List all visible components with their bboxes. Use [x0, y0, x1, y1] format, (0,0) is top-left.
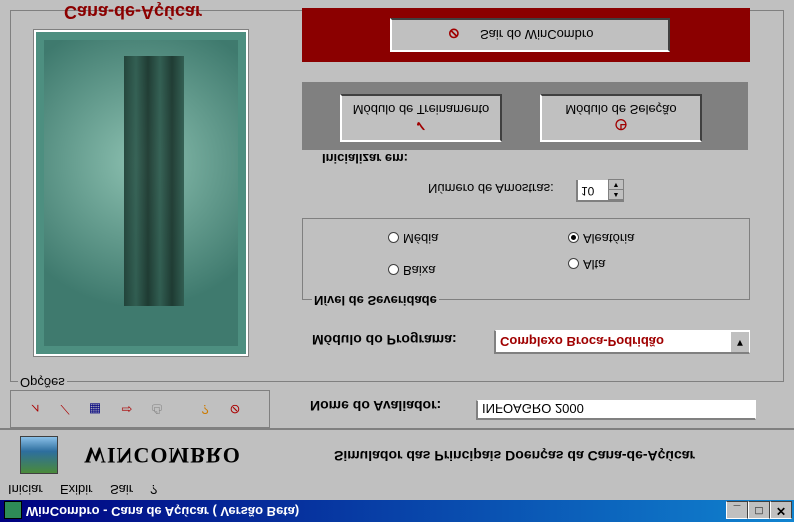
help-icon[interactable]: ?	[197, 401, 213, 417]
radio-dot[interactable]	[388, 231, 399, 243]
amostras-value[interactable]: 10	[581, 184, 594, 198]
amostras-label: Número de Amostras:	[428, 181, 554, 196]
radio-label: Média	[403, 231, 439, 246]
radio-label: Aleatória	[583, 231, 635, 246]
modules-panel: ✓ Módulo de Treinamento ◷ Módulo de Sele…	[302, 82, 748, 150]
title-bar: WinCombro - Cana de Açúcar ( Versão Beta…	[0, 500, 794, 522]
treinamento-label: Módulo de Treinamento	[352, 102, 490, 117]
logo-image	[20, 436, 58, 474]
app-icon	[4, 501, 22, 519]
radio-dot[interactable]	[388, 263, 399, 275]
radio-label: Baixa	[403, 263, 436, 278]
exit-panel: ⊘ Sair do WinCombro	[302, 8, 750, 62]
sugarcane-image	[33, 29, 249, 357]
app-window: WinCombro - Cana de Açúcar ( Versão Beta…	[0, 0, 794, 522]
banner: WINCOMBRO Simulador das Principais Doenç…	[0, 428, 794, 480]
amostras-spinner[interactable]: 10 ▲ ▼	[576, 179, 624, 202]
sugarcane-stalks	[124, 56, 184, 306]
treinamento-button[interactable]: ✓ Módulo de Treinamento	[340, 94, 502, 142]
sair-label: Sair do WinCombro	[480, 27, 594, 42]
print-icon[interactable]: ⎙	[149, 401, 165, 417]
selecao-label: Módulo de Seleção	[565, 102, 677, 117]
image-caption: Cana-de-Açúcar	[64, 2, 203, 22]
modulo-select[interactable]: Complexo Broca-Podridão ▼	[494, 330, 750, 354]
clock-icon: ◷	[614, 118, 628, 134]
brand-name: WINCOMBRO	[84, 443, 241, 468]
export-icon[interactable]: ⇨	[119, 401, 135, 417]
exit-icon: ⊘	[448, 26, 460, 42]
modulo-selected-value: Complexo Broca-Podridão	[500, 334, 664, 349]
radio-aleatoria[interactable]: Aleatória	[568, 231, 634, 246]
spin-up-icon[interactable]: ▲	[608, 189, 624, 200]
check-icon: ✓	[415, 118, 427, 134]
radio-alta[interactable]: Alta	[568, 257, 605, 272]
menu-sair[interactable]: Sair	[110, 482, 133, 497]
severidade-legend: Nível de Severidade	[312, 293, 439, 308]
opcoes-legend: Opções	[18, 375, 67, 390]
sair-button[interactable]: ⊘ Sair do WinCombro	[390, 18, 670, 52]
grid-icon[interactable]: ▦	[87, 401, 103, 417]
close-button[interactable]: ✕	[770, 501, 792, 519]
inicializar-label: Inicializar em:	[322, 151, 408, 166]
minimize-button[interactable]: _	[726, 501, 748, 519]
severidade-group	[302, 218, 750, 300]
exit-icon[interactable]: ⊘	[227, 401, 243, 417]
selecao-button[interactable]: ◷ Módulo de Seleção	[540, 94, 702, 142]
image-background	[44, 40, 238, 346]
menu-help[interactable]: ?	[150, 482, 157, 497]
spin-down-icon[interactable]: ▼	[608, 179, 624, 190]
radio-media[interactable]: Média	[388, 231, 438, 246]
radio-baixa[interactable]: Baixa	[388, 263, 436, 278]
banner-subtitle: Simulador das Principais Doenças da Cana…	[334, 448, 696, 464]
maximize-button[interactable]: □	[748, 501, 770, 519]
chart2-icon[interactable]: ⟋	[57, 401, 73, 417]
menu-iniciar[interactable]: Iniciar	[8, 482, 43, 497]
avaliador-label: Nome do Avaliador:	[310, 398, 442, 414]
avaliador-input[interactable]: INFOAGRO 2000	[476, 400, 756, 420]
radio-label: Alta	[583, 257, 606, 272]
window-title: WinCombro - Cana de Açúcar ( Versão Beta…	[26, 504, 300, 519]
modulo-label: Módulo do Programa:	[312, 332, 457, 348]
radio-dot-selected[interactable]	[568, 231, 579, 243]
chart-icon[interactable]: ⩘	[27, 401, 43, 417]
radio-dot[interactable]	[568, 257, 579, 269]
menu-exibir[interactable]: Exibir	[60, 482, 93, 497]
dropdown-arrow-icon[interactable]: ▼	[730, 332, 749, 352]
toolbar: ⩘ ⟋ ▦ ⇨ ⎙ ? ⊘	[10, 390, 270, 428]
menu-bar: Iniciar Exibir Sair ?	[0, 479, 794, 500]
